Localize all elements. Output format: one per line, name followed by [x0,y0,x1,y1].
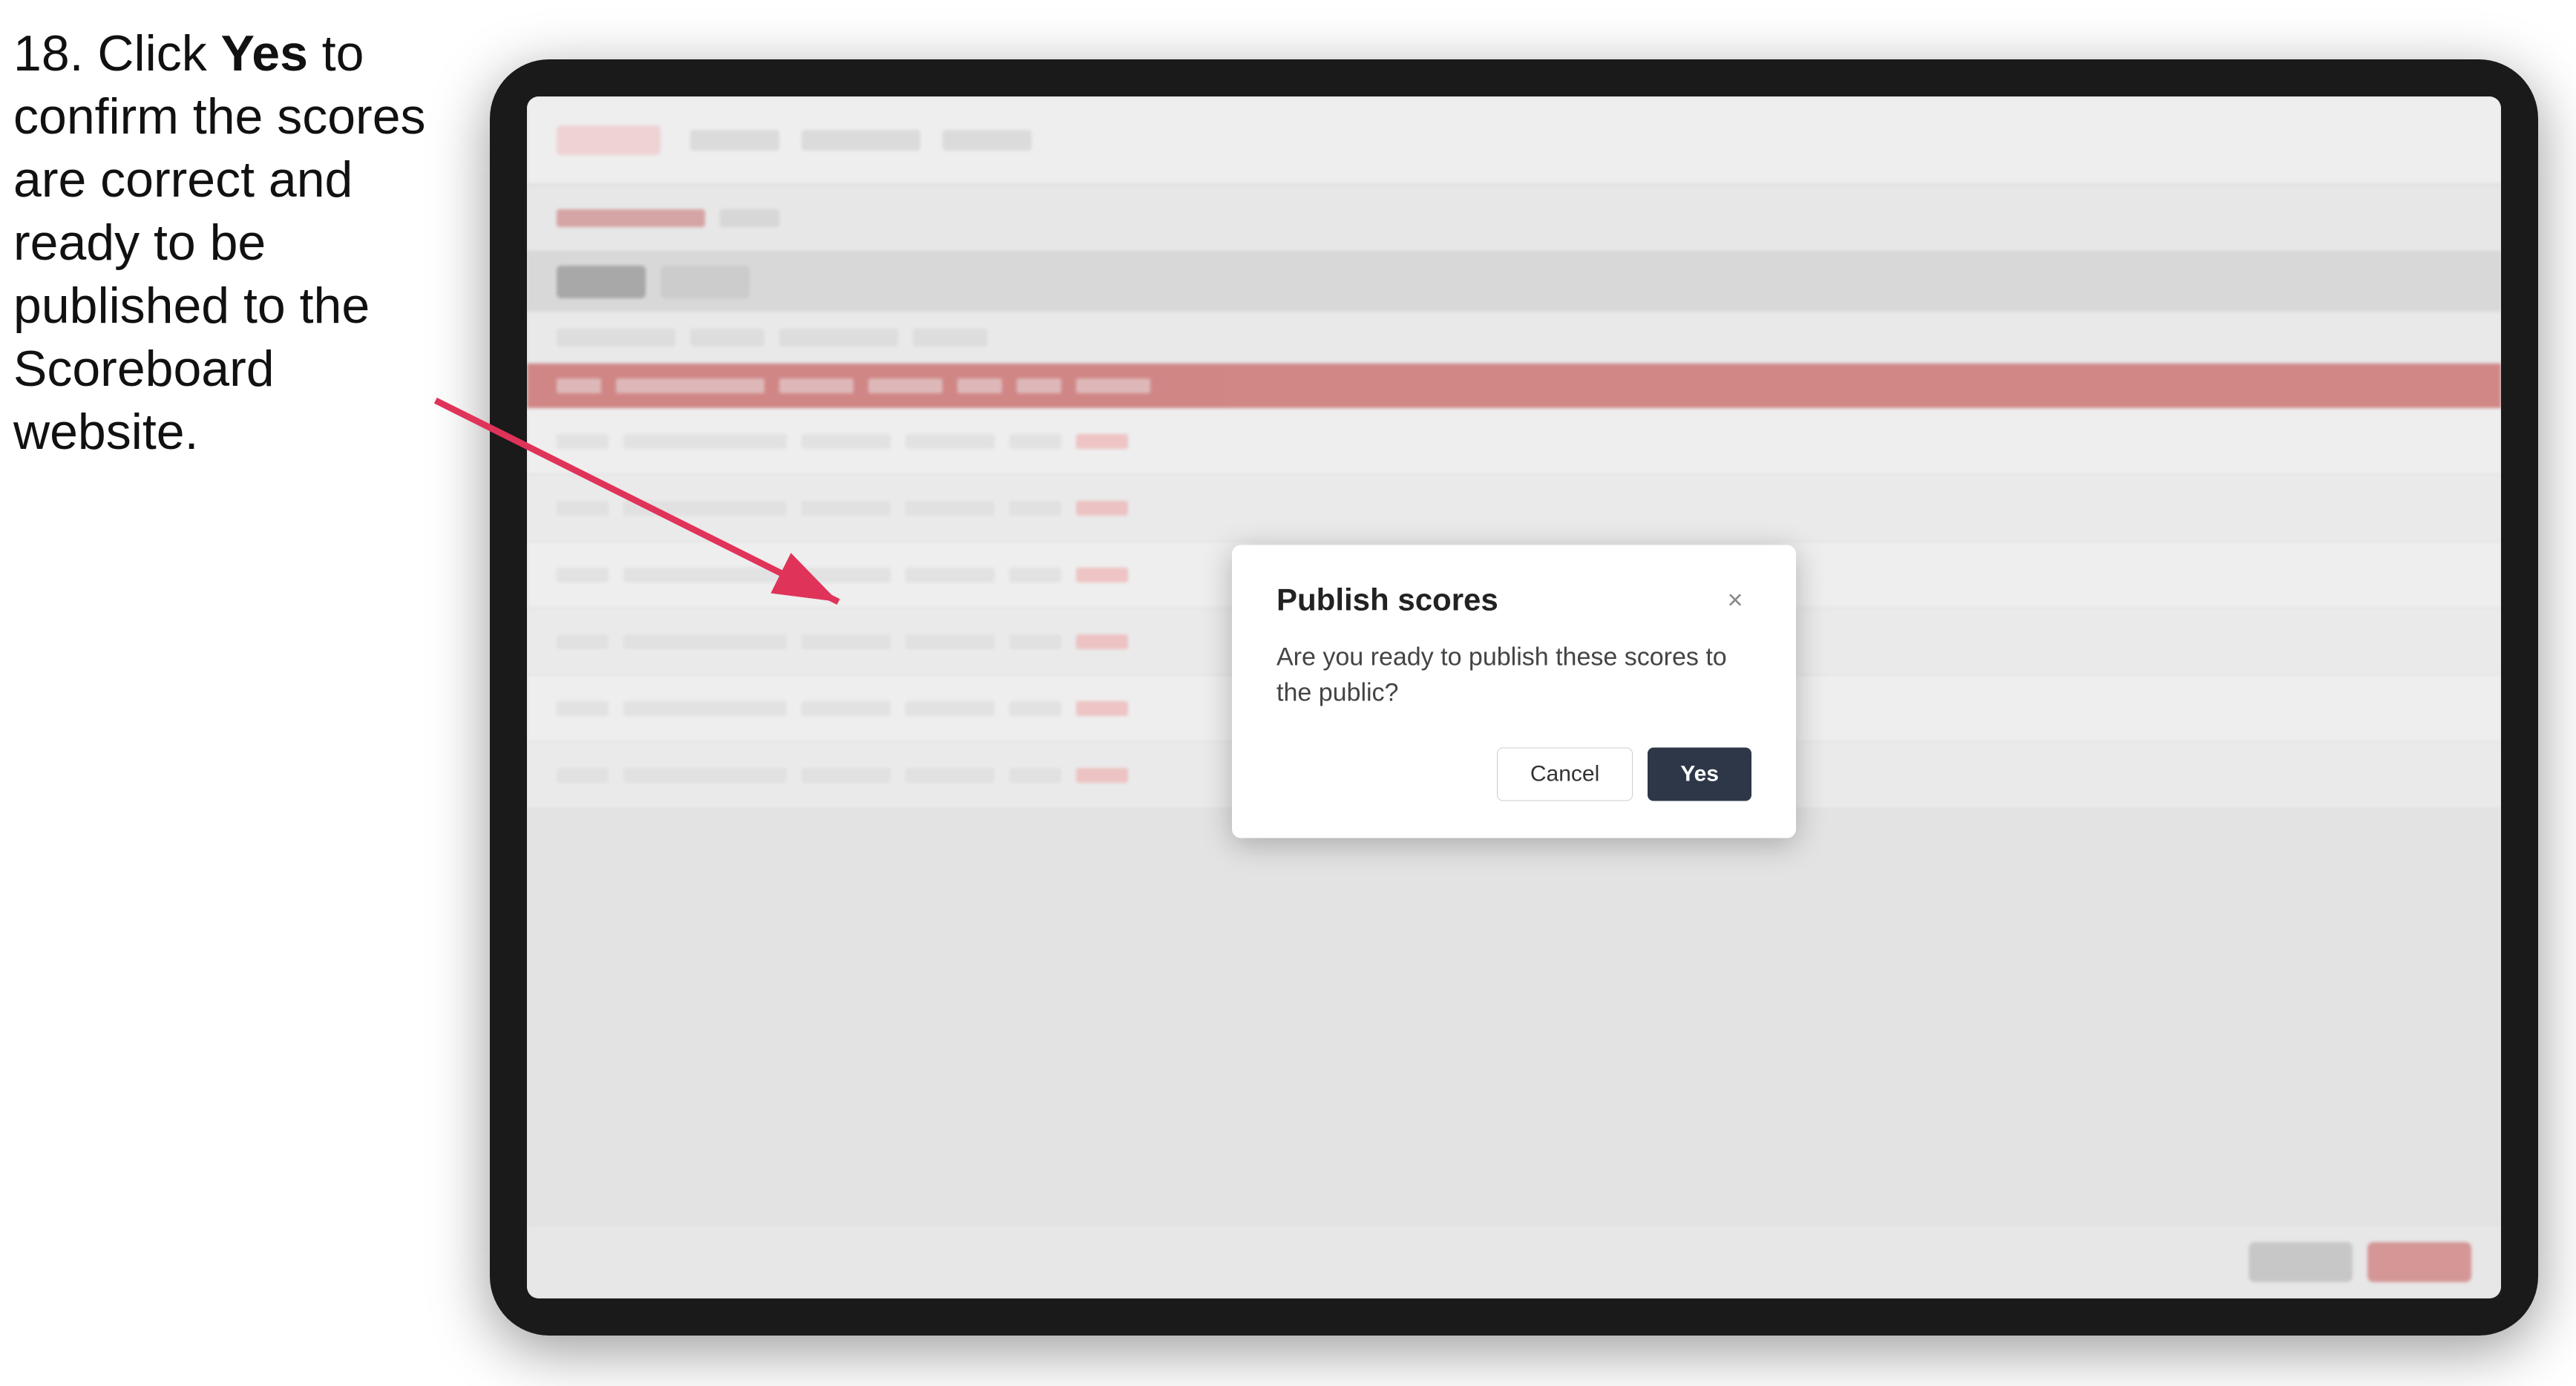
dialog-header: Publish scores × [1276,582,1751,618]
cancel-button[interactable]: Cancel [1497,748,1633,801]
dialog-footer: Cancel Yes [1276,748,1751,801]
tablet-device: Publish scores × Are you ready to publis… [490,59,2538,1336]
yes-emphasis: Yes [221,25,308,82]
yes-button[interactable]: Yes [1648,748,1751,801]
dialog-close-button[interactable]: × [1719,584,1751,617]
instruction-continuation: toconfirm the scoresare correct andready… [13,25,426,460]
publish-scores-dialog: Publish scores × Are you ready to publis… [1232,545,1796,838]
dialog-title: Publish scores [1276,582,1498,618]
tablet-screen: Publish scores × Are you ready to publis… [527,96,2501,1298]
dialog-body: Are you ready to publish these scores to… [1276,640,1751,711]
step-number: 18. Click [13,25,221,82]
instruction-text: 18. Click Yes toconfirm the scoresare co… [13,22,473,464]
